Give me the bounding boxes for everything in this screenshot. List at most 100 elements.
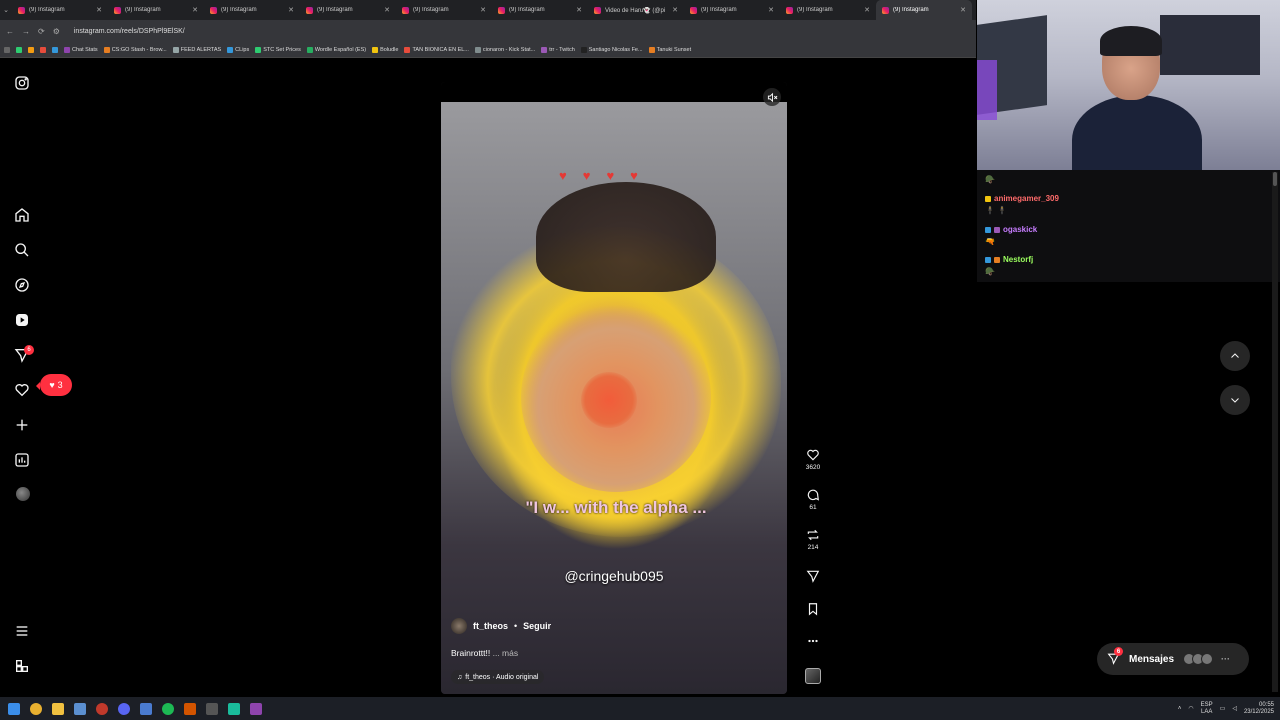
bookmark-item[interactable]: Santiago Nicolas Fe...	[580, 46, 643, 53]
repost-button[interactable]: 214	[801, 528, 825, 551]
close-tab-icon[interactable]: ✕	[576, 6, 582, 14]
author-avatar[interactable]	[451, 618, 467, 634]
chrome-icon[interactable]	[30, 702, 42, 715]
bookmark-item[interactable]: STC Set Prices	[255, 46, 301, 53]
ellipsis-icon	[808, 639, 818, 643]
close-tab-icon[interactable]: ✕	[672, 6, 678, 14]
menu-icon[interactable]	[13, 622, 31, 640]
forward-icon[interactable]: →	[22, 27, 30, 36]
browser-tab[interactable]: (9) Instagram ✕	[396, 0, 492, 20]
close-tab-icon[interactable]: ✕	[480, 6, 486, 14]
bookmark-item[interactable]: CLips	[227, 46, 249, 53]
likes-notification-pill[interactable]: ♥ 3	[36, 374, 72, 396]
caption-more-link[interactable]: ... más	[493, 648, 519, 658]
browser-tab[interactable]: (9) Instagram ✕	[108, 0, 204, 20]
create-plus-icon[interactable]	[13, 416, 31, 434]
steam-icon[interactable]	[74, 702, 86, 715]
bookmark-icon[interactable]	[52, 46, 58, 53]
profile-avatar[interactable]	[16, 487, 30, 501]
reel-audio-chip[interactable]: ♫ ft_theos · Audio original	[451, 670, 545, 684]
bookmark-item[interactable]: TAN BIONICA EN EL...	[404, 46, 469, 53]
reels-icon[interactable]	[13, 311, 31, 329]
obs-icon[interactable]	[96, 702, 108, 715]
back-icon[interactable]: ←	[6, 27, 14, 36]
browser-tab[interactable]: (9) Instagram ✕	[876, 0, 972, 20]
webcam-light	[977, 60, 997, 120]
tray-chevron-icon[interactable]: ˄	[1178, 706, 1182, 712]
messages-button[interactable]: 6 Mensajes ···	[1097, 643, 1249, 675]
file-explorer-icon[interactable]	[52, 702, 64, 715]
bookmark-item[interactable]: Tanuki Sunset	[648, 46, 691, 53]
spotify-icon[interactable]	[162, 702, 174, 715]
app-icon[interactable]	[140, 702, 152, 715]
discord-icon[interactable]	[118, 702, 130, 715]
bookmark-icon[interactable]	[28, 46, 34, 53]
browser-tab[interactable]: (9) Instagram ✕	[300, 0, 396, 20]
browser-tab[interactable]: Video de Haru👻 (@pi ✕	[588, 0, 684, 20]
instagram-logo-icon[interactable]	[13, 74, 31, 92]
browser-tab[interactable]: (9) Instagram ✕	[204, 0, 300, 20]
language-indicator[interactable]: ESP LAA	[1201, 702, 1213, 716]
dashboard-icon[interactable]	[13, 451, 31, 469]
bookmark-item[interactable]: Chat Stats	[64, 46, 98, 53]
volume-icon[interactable]: ◁	[1232, 705, 1237, 712]
comment-button[interactable]: 61	[801, 488, 825, 511]
scrollbar-thumb[interactable]	[1273, 172, 1277, 186]
close-tab-icon[interactable]: ✕	[768, 6, 774, 14]
chat-username: ogaskick	[985, 225, 1037, 234]
close-tab-icon[interactable]: ✕	[960, 6, 966, 14]
repost-count: 214	[807, 544, 819, 551]
close-tab-icon[interactable]: ✕	[96, 6, 102, 14]
apps-icon[interactable]	[4, 46, 10, 53]
bookmark-item[interactable]: cionaron - Kick Stat...	[474, 46, 535, 53]
next-reel-button[interactable]	[1220, 385, 1250, 415]
url-text[interactable]: instagram.com/reels/DSPhPl9ElSK/	[74, 28, 185, 35]
search-icon[interactable]	[13, 241, 31, 259]
clock[interactable]: 00:55 23/12/2025	[1244, 702, 1274, 716]
close-tab-icon[interactable]: ✕	[384, 6, 390, 14]
home-icon[interactable]	[13, 206, 31, 224]
browser-tab[interactable]: (9) Instagram ✕	[12, 0, 108, 20]
app-icon[interactable]	[228, 702, 240, 715]
bookmark-item[interactable]: Boludle	[372, 46, 398, 53]
bookmark-item[interactable]: FEED ALERTAS	[172, 46, 221, 53]
bookmark-icon[interactable]	[16, 46, 22, 53]
previous-reel-button[interactable]	[1220, 341, 1250, 371]
app-icon[interactable]	[206, 702, 218, 715]
explore-icon[interactable]	[13, 276, 31, 294]
app-icon[interactable]	[250, 702, 262, 715]
follow-button[interactable]: Seguir	[523, 621, 551, 631]
close-tab-icon[interactable]: ✕	[288, 6, 294, 14]
site-info-icon[interactable]: ⚙	[53, 27, 60, 36]
tab-search-icon[interactable]: ⌄	[0, 6, 12, 14]
close-tab-icon[interactable]: ✕	[192, 6, 198, 14]
browser-tab[interactable]: (9) Instagram ✕	[492, 0, 588, 20]
author-name[interactable]: ft_theos	[473, 621, 508, 631]
like-button[interactable]: 3620	[801, 448, 825, 471]
instagram-favicon-icon	[210, 6, 217, 14]
chat-user-1: animegamer_309	[994, 194, 1059, 203]
mute-button[interactable]	[763, 88, 781, 106]
reel-player[interactable]: ♥ ♥ ♥ ♥ "I w... with the alpha ... @crin…	[441, 82, 787, 694]
also-from-meta-icon[interactable]	[13, 657, 31, 675]
more-options-button[interactable]	[801, 634, 825, 648]
notifications-heart-icon[interactable]	[13, 381, 31, 399]
reload-icon[interactable]: ⟳	[38, 27, 45, 36]
reel-video-frame[interactable]: ♥ ♥ ♥ ♥ "I w... with the alpha ... @crin…	[441, 102, 787, 694]
network-icon[interactable]: ▭	[1220, 705, 1226, 712]
bookmark-item[interactable]: CS:GO Stash - Brow...	[103, 46, 167, 53]
browser-tab[interactable]: (9) Instagram ✕	[780, 0, 876, 20]
app-icon[interactable]	[184, 702, 196, 715]
browser-tab[interactable]: (9) Instagram ✕	[684, 0, 780, 20]
wifi-icon[interactable]: ◠	[1188, 705, 1193, 712]
page-scrollbar[interactable]	[1272, 172, 1278, 692]
share-button[interactable]	[801, 569, 825, 583]
audio-label: ft_theos · Audio original	[465, 673, 539, 681]
windows-start-icon[interactable]	[8, 702, 20, 715]
bookmark-icon[interactable]	[40, 46, 46, 53]
close-tab-icon[interactable]: ✕	[864, 6, 870, 14]
audio-thumbnail[interactable]	[805, 668, 821, 684]
bookmark-item[interactable]: Wordle Español (ES)	[306, 46, 366, 53]
bookmark-item[interactable]: trr - Twitch	[541, 46, 575, 53]
save-button[interactable]	[801, 602, 825, 616]
